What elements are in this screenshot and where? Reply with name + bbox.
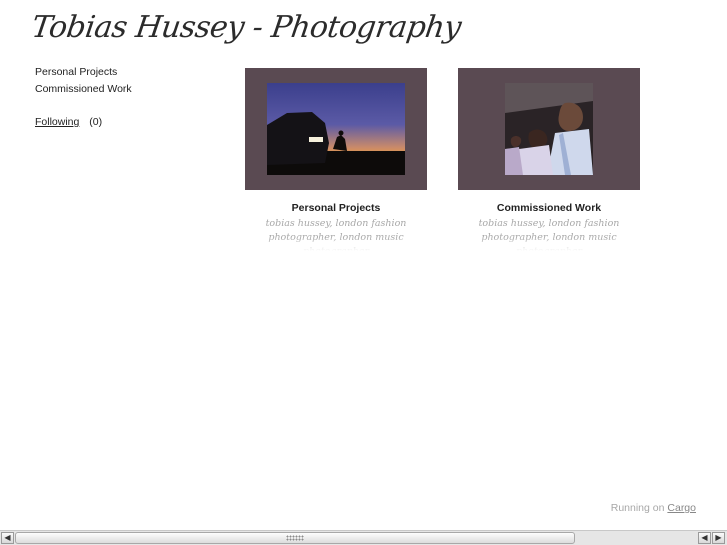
running-on-label: Running on <box>610 502 665 514</box>
cargo-link[interactable]: Cargo <box>667 502 696 514</box>
scroll-right-arrow-icon[interactable]: ▶ <box>712 532 725 544</box>
horizontal-scrollbar[interactable]: ◀ ◀ ▶ <box>0 530 727 545</box>
site-title[interactable]: Tobias Hussey - Photography <box>30 10 464 45</box>
following-link[interactable]: Following <box>35 116 79 128</box>
scroll-left-arrow-icon[interactable]: ◀ <box>698 532 711 544</box>
footer-credit: Running on Cargo <box>611 502 696 514</box>
project-thumbnail-frame[interactable] <box>458 68 640 190</box>
following-count: (0) <box>89 116 103 128</box>
project-card-personal[interactable]: Personal Projects tobias hussey, london … <box>245 68 427 251</box>
project-thumbnail-portrait[interactable] <box>505 83 593 175</box>
project-thumbnail-frame[interactable] <box>245 68 427 190</box>
main-nav: Personal Projects Commissioned Work <box>35 64 132 98</box>
scrollbar-thumb[interactable] <box>15 532 575 544</box>
project-tags: tobias hussey, london fashion photograph… <box>478 218 620 251</box>
project-tags: tobias hussey, london fashion photograph… <box>265 218 407 251</box>
nav-item-commissioned-work[interactable]: Commissioned Work <box>35 81 132 98</box>
following-widget: Following (0) <box>35 116 102 128</box>
project-card-commissioned[interactable]: Commissioned Work tobias hussey, london … <box>458 68 640 251</box>
project-title[interactable]: Personal Projects <box>245 202 427 214</box>
grip-icon <box>286 535 304 541</box>
nav-item-personal-projects[interactable]: Personal Projects <box>35 64 132 81</box>
project-thumbnail-sunset-car[interactable] <box>267 83 405 175</box>
project-title[interactable]: Commissioned Work <box>458 202 640 214</box>
scroll-left-arrow-icon[interactable]: ◀ <box>1 532 14 544</box>
